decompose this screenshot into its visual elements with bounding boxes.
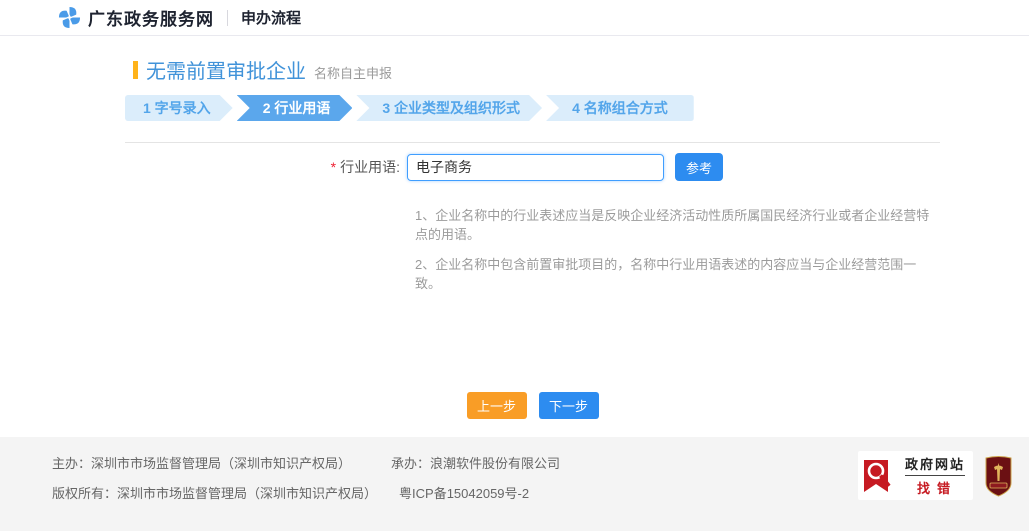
previous-step-button[interactable]: 上一步: [467, 392, 527, 419]
tip-line-2: 2、企业名称中包含前置审批项目的，名称中行业用语表述的内容应当与企业经营范围一致…: [415, 255, 937, 293]
industry-term-label-text: 行业用语:: [340, 159, 400, 175]
field-help-tips: 1、企业名称中的行业表述应当是反映企业经济活动性质所属国民经济行业或者企业经营特…: [415, 206, 937, 293]
top-header: 广东政务服务网 申办流程: [0, 0, 1029, 36]
industry-term-input[interactable]: [407, 154, 664, 181]
page-footer: 主办：深圳市市场监督管理局（深圳市知识产权局）承办：浪潮软件股份有限公司 版权所…: [0, 437, 1029, 531]
page-title: 无需前置审批企业: [146, 55, 306, 84]
main-content: 无需前置审批企业 名称自主申报 1 字号录入 2 行业用语 3 企业类型及组织形…: [125, 36, 940, 437]
undertake-label: 承办：: [391, 456, 430, 471]
step-tabs: 1 字号录入 2 行业用语 3 企业类型及组织形式 4 名称组合方式: [125, 95, 940, 121]
host-value: 深圳市市场监督管理局（深圳市知识产权局）: [91, 456, 351, 471]
find-error-badge-bottom-text: 找错: [905, 476, 965, 497]
step-tab-1-font-entry[interactable]: 1 字号录入: [125, 95, 233, 121]
reference-button[interactable]: 参考: [675, 153, 723, 181]
site-title: 广东政务服务网: [88, 5, 214, 30]
find-error-magnifier-icon: [862, 456, 900, 496]
industry-term-label: *行业用语:: [195, 157, 400, 177]
industry-term-form-row: *行业用语: 参考: [195, 152, 940, 182]
wizard-action-buttons: 上一步 下一步: [125, 392, 940, 419]
undertake-value: 浪潮软件股份有限公司: [430, 456, 560, 471]
step-tab-3-enterprise-type[interactable]: 3 企业类型及组织形式: [356, 95, 542, 121]
step-tab-2-industry-term[interactable]: 2 行业用语: [237, 95, 353, 121]
copyright-value: 深圳市市场监督管理局（深圳市知识产权局）: [117, 486, 377, 501]
pinwheel-logo-icon: [58, 6, 81, 29]
icp-number[interactable]: 粤ICP备15042059号-2: [399, 486, 529, 501]
gov-site-find-error-badge[interactable]: 政府网站 找错: [858, 451, 973, 500]
title-accent-bar: [133, 61, 138, 79]
required-asterisk: *: [331, 159, 336, 175]
nav-item-apply-flow[interactable]: 申办流程: [241, 7, 301, 28]
copyright-label: 版权所有：: [52, 486, 117, 501]
next-step-button[interactable]: 下一步: [539, 392, 599, 419]
security-shield-badge-icon[interactable]: [985, 455, 1012, 497]
section-divider: [125, 142, 940, 143]
page-title-row: 无需前置审批企业 名称自主申报: [133, 55, 940, 84]
host-label: 主办：: [52, 456, 91, 471]
footer-badges: 政府网站 找错: [858, 451, 1012, 500]
page-subtitle: 名称自主申报: [314, 63, 392, 82]
header-divider: [227, 10, 228, 26]
step-tab-4-name-combination[interactable]: 4 名称组合方式: [546, 95, 694, 121]
find-error-badge-text: 政府网站 找错: [905, 454, 965, 497]
find-error-badge-top-text: 政府网站: [905, 454, 965, 476]
tip-line-1: 1、企业名称中的行业表述应当是反映企业经济活动性质所属国民经济行业或者企业经营特…: [415, 206, 937, 244]
